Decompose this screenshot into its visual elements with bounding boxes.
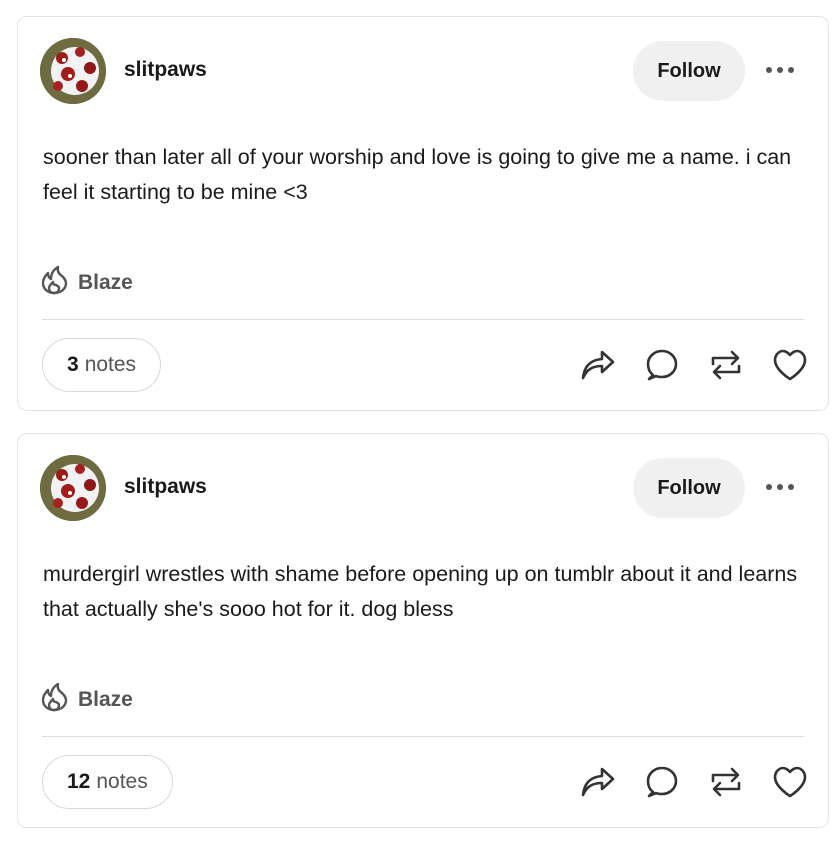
blaze-label: Blaze: [78, 688, 133, 711]
username[interactable]: slitpaws: [124, 475, 207, 499]
post-actions: [578, 345, 810, 385]
blaze-flame-icon: [40, 682, 68, 718]
blaze-flame-icon: [40, 265, 68, 301]
notes-button[interactable]: 3 notes: [42, 338, 162, 392]
like-heart-icon[interactable]: [770, 345, 810, 385]
notes-count: 12: [67, 770, 91, 793]
avatar-image: [40, 455, 106, 521]
post-card: slitpaws Follow sooner than later all of…: [17, 16, 829, 411]
post-body: sooner than later all of your worship an…: [43, 145, 792, 204]
avatar-image: [40, 38, 106, 104]
post-card: slitpaws Follow murdergirl wrestles with…: [17, 433, 829, 828]
blaze-label: Blaze: [78, 271, 133, 294]
like-heart-icon[interactable]: [770, 762, 810, 802]
notes-count: 3: [67, 353, 79, 376]
reblog-icon[interactable]: [706, 345, 746, 385]
notes-button[interactable]: 12 notes: [42, 755, 173, 809]
follow-button[interactable]: Follow: [633, 458, 745, 518]
share-icon[interactable]: [578, 345, 618, 385]
share-icon[interactable]: [578, 762, 618, 802]
reblog-icon[interactable]: [706, 762, 746, 802]
blaze-button[interactable]: Blaze: [40, 682, 133, 718]
avatar[interactable]: [40, 455, 106, 521]
post-body: murdergirl wrestles with shame before op…: [43, 562, 798, 621]
divider: [42, 736, 804, 737]
post-actions: [578, 762, 810, 802]
notes-label: notes: [96, 770, 148, 793]
notes-label: notes: [84, 353, 137, 376]
follow-button[interactable]: Follow: [633, 41, 745, 101]
more-options-icon[interactable]: [762, 472, 798, 502]
username[interactable]: slitpaws: [124, 58, 207, 82]
reply-icon[interactable]: [642, 345, 682, 385]
blaze-button[interactable]: Blaze: [40, 265, 133, 301]
more-options-icon[interactable]: [762, 55, 798, 85]
avatar[interactable]: [40, 38, 106, 104]
reply-icon[interactable]: [642, 762, 682, 802]
divider: [42, 319, 804, 320]
